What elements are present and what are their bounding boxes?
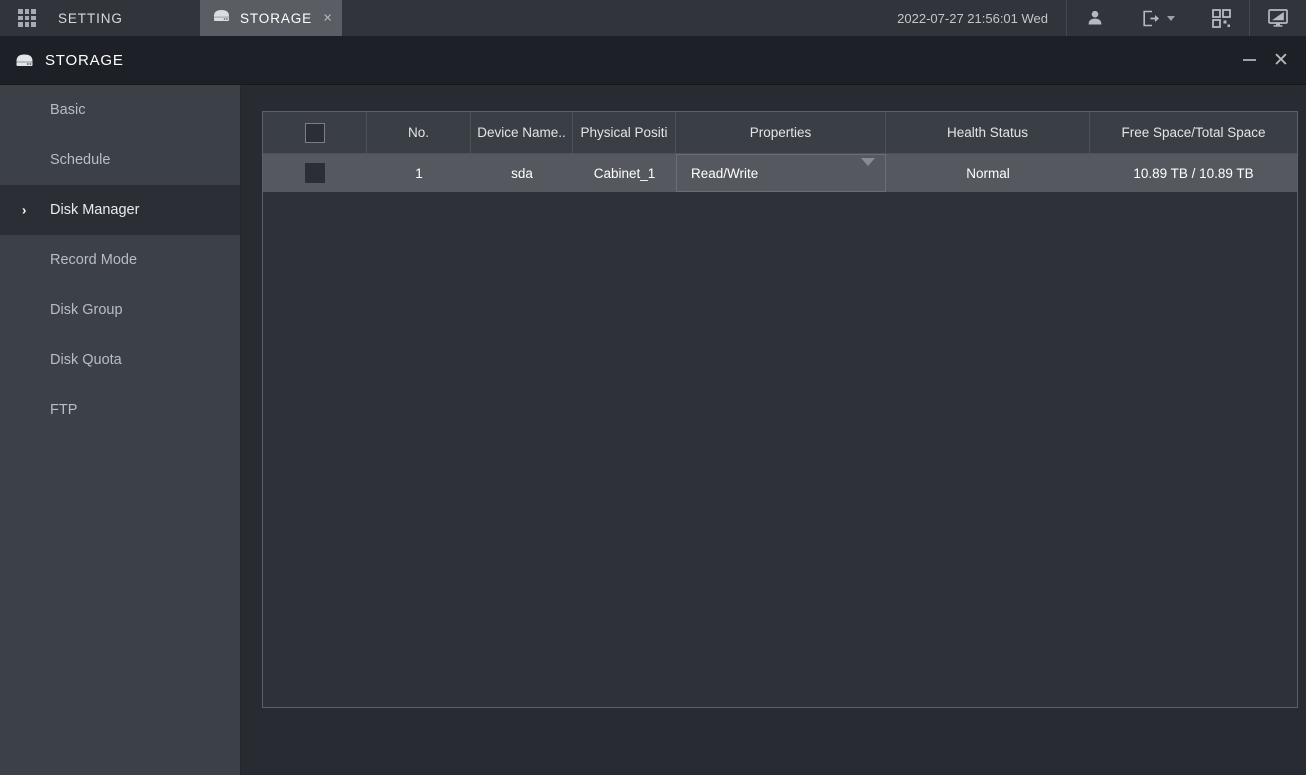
tab-close-icon[interactable]: ×	[323, 11, 332, 26]
table-header-no[interactable]: No.	[367, 112, 471, 153]
page-title: STORAGE	[45, 51, 124, 69]
table-header-select-all[interactable]	[263, 112, 367, 153]
window-controls: ✕	[1236, 47, 1306, 73]
disk-table-panel: No. Device Name.. Physical Positi Proper…	[262, 111, 1298, 708]
tab-setting-label: SETTING	[58, 10, 123, 26]
logout-icon[interactable]	[1123, 0, 1193, 36]
sidebar-item-label: Disk Manager	[50, 202, 140, 218]
table-header-row: No. Device Name.. Physical Positi Proper…	[263, 112, 1297, 154]
table-header-physical-position[interactable]: Physical Positi	[573, 112, 676, 153]
sidebar-item-label: Disk Quota	[50, 352, 122, 368]
sidebar-item-ftp[interactable]: FTP	[0, 385, 240, 435]
row-checkbox[interactable]	[305, 163, 325, 183]
sidebar-item-record-mode[interactable]: Record Mode	[0, 235, 240, 285]
sidebar-item-disk-quota[interactable]: Disk Quota	[0, 335, 240, 385]
row-device-name: sda	[511, 165, 533, 181]
grid-icon[interactable]	[18, 9, 36, 27]
tab-setting[interactable]: SETTING	[0, 0, 200, 36]
table-header-health-status[interactable]: Health Status	[886, 112, 1090, 153]
monitor-icon[interactable]	[1250, 0, 1306, 36]
table-header-properties[interactable]: Properties	[676, 112, 886, 153]
row-select-cell[interactable]	[263, 154, 367, 192]
table-row[interactable]: 1 sda Cabinet_1 Read/Write Normal 10.89 …	[263, 154, 1297, 192]
main-content: No. Device Name.. Physical Positi Proper…	[241, 85, 1306, 775]
select-all-checkbox[interactable]	[304, 122, 325, 143]
sidebar-item-disk-group[interactable]: Disk Group	[0, 285, 240, 335]
chevron-down-icon[interactable]	[1166, 15, 1175, 21]
row-free-total-space: 10.89 TB / 10.89 TB	[1133, 165, 1254, 181]
top-bar: SETTING STORAGE × 2022-07-27 21:56:01 We…	[0, 0, 1306, 36]
row-physical-position: Cabinet_1	[593, 165, 656, 181]
minimize-button[interactable]	[1236, 47, 1262, 73]
sidebar-item-disk-manager[interactable]: › Disk Manager	[0, 185, 240, 235]
sidebar-item-label: Disk Group	[50, 302, 123, 318]
sidebar-item-schedule[interactable]: Schedule	[0, 135, 240, 185]
table-header-device-name[interactable]: Device Name..	[471, 112, 573, 153]
sidebar-item-label: Schedule	[50, 152, 111, 168]
sidebar-item-label: FTP	[50, 402, 78, 418]
sidebar-item-label: Basic	[50, 102, 86, 118]
sidebar-item-basic[interactable]: Basic	[0, 85, 240, 135]
sidebar: Basic Schedule › Disk Manager Record Mod…	[0, 85, 241, 775]
row-properties-value: Read/Write	[691, 165, 759, 181]
hard-disk-icon	[212, 8, 231, 28]
table-header-free-total-space[interactable]: Free Space/Total Space	[1090, 112, 1297, 153]
topbar-right-group: 2022-07-27 21:56:01 Wed	[879, 0, 1306, 36]
minimize-icon	[1242, 59, 1256, 61]
qr-code-icon[interactable]	[1193, 0, 1249, 36]
dropdown-arrow-icon[interactable]	[861, 157, 875, 181]
window-header: STORAGE ✕	[0, 36, 1306, 85]
row-health-status: Normal	[966, 165, 1010, 181]
row-no: 1	[415, 165, 423, 181]
chevron-right-icon: ›	[22, 202, 27, 218]
row-properties-dropdown[interactable]: Read/Write	[676, 154, 886, 192]
window-hard-disk-icon	[14, 52, 35, 68]
user-icon[interactable]	[1067, 0, 1123, 36]
datetime-display: 2022-07-27 21:56:01 Wed	[879, 0, 1067, 36]
sidebar-item-label: Record Mode	[50, 252, 138, 268]
tab-storage[interactable]: STORAGE ×	[200, 0, 342, 36]
tab-storage-label: STORAGE	[240, 10, 313, 26]
close-button[interactable]: ✕	[1268, 47, 1294, 73]
close-icon: ✕	[1273, 49, 1289, 71]
